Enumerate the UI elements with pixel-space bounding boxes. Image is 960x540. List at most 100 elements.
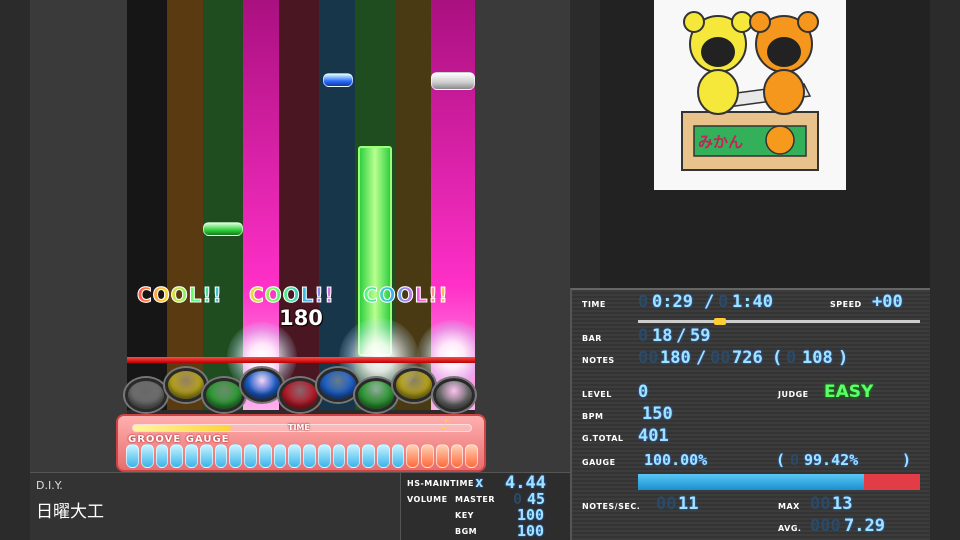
pop-button-7[interactable] xyxy=(355,378,397,412)
avg-ghost: 000 xyxy=(810,516,841,536)
judge-label: JUDGE xyxy=(778,390,809,399)
bgm-volume: 100 xyxy=(517,522,545,540)
notes-paren-close: ) xyxy=(838,348,849,368)
nps-label: NOTES/SEC. xyxy=(582,502,641,511)
gauge-cell xyxy=(303,444,316,468)
gauge-cell xyxy=(185,444,198,468)
pop-button-4[interactable] xyxy=(241,368,283,402)
gauge-cell xyxy=(288,444,301,468)
pop-button-9[interactable] xyxy=(433,378,475,412)
pop-button-1[interactable] xyxy=(125,378,167,412)
right-edge xyxy=(930,0,960,540)
gauge-sub-ghost: 0 xyxy=(790,451,800,469)
song-progress-bar xyxy=(638,318,920,325)
pop-button-5[interactable] xyxy=(279,378,321,412)
song-progress-knob xyxy=(713,318,726,325)
note-blue xyxy=(323,73,353,87)
playfield: COOL!! COOL!! COOL!! 180 xyxy=(127,0,475,410)
notes-paren-open: ( xyxy=(772,348,783,368)
bpm-value: 150 xyxy=(642,404,673,424)
judge-line xyxy=(127,357,475,363)
judgement-3: COOL!! xyxy=(363,283,449,308)
bar-total: 59 xyxy=(690,326,711,346)
song-genre: D.I.Y. xyxy=(36,479,63,492)
stats-panel: TIME 0 0:29 / 0 1:40 SPEED +00 BAR 0 18 … xyxy=(570,288,930,540)
bar-current: 18 xyxy=(652,326,673,346)
nps-ghost: 00 xyxy=(656,494,677,514)
judge-value: EASY xyxy=(824,382,874,402)
center-side-panel xyxy=(475,0,570,540)
notes-total-ghost: 00 xyxy=(710,348,731,368)
bpm-label: BPM xyxy=(582,412,604,421)
combo-counter: 180 xyxy=(279,306,323,330)
speed-value: +00 xyxy=(872,292,903,312)
bga-illustration xyxy=(681,11,819,171)
gauge-cell xyxy=(244,444,257,468)
gauge-cell xyxy=(229,444,242,468)
bar-label: BAR xyxy=(582,334,602,343)
gauge-cell xyxy=(258,444,272,468)
song-title: 日曜大工 xyxy=(36,502,104,522)
time-current: 0:29 xyxy=(652,292,693,312)
judgement-1: COOL!! xyxy=(137,283,223,308)
bar-separator: / xyxy=(676,326,687,346)
max-label: MAX xyxy=(778,502,800,511)
gauge-cell xyxy=(435,444,449,468)
gauge-value: 100.00% xyxy=(644,451,708,469)
pop-button-8[interactable] xyxy=(393,368,435,402)
notes-ghost: 00 xyxy=(638,348,659,368)
level-value: 0 xyxy=(638,382,649,402)
gauge-cell xyxy=(140,444,154,468)
master-label: MASTER xyxy=(455,495,495,504)
game-screen: COOL!! COOL!! COOL!! 180 ♪ TIME GROOVE G… xyxy=(0,0,960,540)
time-total-ghost: 0 xyxy=(718,292,729,312)
max-ghost: 00 xyxy=(810,494,831,514)
left-side-panel xyxy=(30,0,127,540)
left-edge xyxy=(0,0,30,540)
time-current-ghost: 0 xyxy=(638,292,649,312)
gauge-paren-open: ( xyxy=(776,451,786,469)
volume-label: VOLUME xyxy=(407,495,448,504)
notes-sub-ghost: 0 xyxy=(786,348,797,368)
gtotal-value: 401 xyxy=(638,426,669,446)
gauge-bar-fill xyxy=(638,474,864,490)
groove-gauge: ♪ TIME GROOVE GAUGE xyxy=(116,414,486,472)
notes-sub: 108 xyxy=(802,348,833,368)
time-progress-fill xyxy=(133,425,232,431)
avg-value: 7.29 xyxy=(844,516,885,536)
gauge-cell xyxy=(376,444,390,468)
gauge-cell xyxy=(170,444,183,468)
song-info: D.I.Y. 日曜大工 xyxy=(30,472,400,540)
gtotal-label: G.TOTAL xyxy=(582,434,624,443)
bar-ghost: 0 xyxy=(638,326,649,346)
gauge-cell xyxy=(391,444,405,468)
gauge-cell xyxy=(421,444,434,468)
gauge-sub-value: 99.42% xyxy=(804,451,859,469)
time-label: TIME xyxy=(288,423,310,432)
gauge-cell xyxy=(214,444,228,468)
speed-label: SPEED xyxy=(830,300,862,309)
gauge-cell xyxy=(450,444,464,468)
gauge-cell xyxy=(317,444,331,468)
lane-1 xyxy=(127,0,167,410)
gauge-cell xyxy=(347,444,360,468)
level-label: LEVEL xyxy=(582,390,612,399)
groove-gauge-cells xyxy=(126,444,478,468)
note-white xyxy=(431,72,475,90)
time-total: 1:40 xyxy=(732,292,773,312)
judgement-2: COOL!! xyxy=(249,283,335,308)
note-green xyxy=(203,222,243,236)
gauge-cell xyxy=(465,444,478,468)
gauge-cell xyxy=(273,444,287,468)
gauge-paren-close: ) xyxy=(902,451,912,469)
avg-label: AVG. xyxy=(778,524,802,533)
pop-button-2[interactable] xyxy=(165,368,207,402)
pop-button-3[interactable] xyxy=(203,378,245,412)
nps-value: 11 xyxy=(678,494,699,514)
time-separator: / xyxy=(704,292,715,312)
pop-button-6[interactable] xyxy=(317,368,359,402)
max-value: 13 xyxy=(832,494,853,514)
box-label: みかん xyxy=(698,133,744,151)
key-label: KEY xyxy=(455,511,474,520)
gauge-bar xyxy=(638,474,920,490)
